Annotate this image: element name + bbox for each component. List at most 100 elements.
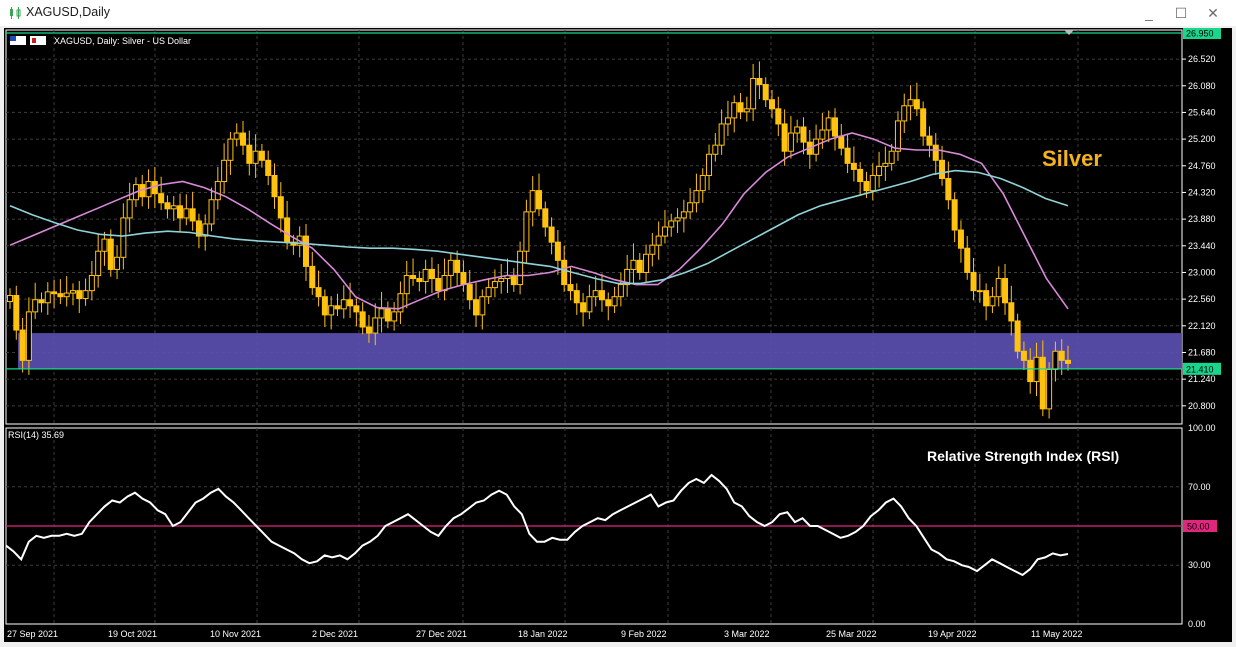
candle-body xyxy=(699,174,706,192)
candle-body xyxy=(107,238,114,270)
candle-body xyxy=(265,159,272,176)
maximize-button[interactable]: ☐ xyxy=(1166,2,1196,24)
candle-body xyxy=(485,287,492,298)
candle-body xyxy=(712,144,719,155)
candle-body xyxy=(693,190,700,204)
candle-body xyxy=(523,211,530,252)
candle-body xyxy=(214,181,221,201)
candle-body xyxy=(819,129,826,140)
candle-body xyxy=(920,108,927,137)
time-label: 25 Mar 2022 xyxy=(826,629,877,639)
candle-body xyxy=(951,199,958,231)
candle-body xyxy=(321,296,328,316)
candle-body xyxy=(95,250,102,276)
candle-body xyxy=(221,159,228,183)
candle-body xyxy=(674,217,681,222)
horizontal-lines: 26.950 21.410 xyxy=(6,28,1221,375)
candle-body xyxy=(781,123,788,152)
candle-body xyxy=(334,305,341,310)
minimize-button[interactable]: _ xyxy=(1134,2,1164,24)
candle-body xyxy=(787,132,794,152)
candle-body xyxy=(246,144,253,164)
candle-body xyxy=(1046,368,1053,410)
candle-body xyxy=(38,299,45,304)
candle-body xyxy=(680,211,687,219)
time-label: 10 Nov 2021 xyxy=(210,629,261,639)
candle-body xyxy=(164,202,171,210)
price-label: 24.320 xyxy=(1188,187,1216,197)
candle-body xyxy=(1020,350,1027,361)
candle-body xyxy=(208,199,215,225)
candle-body xyxy=(901,105,908,122)
candle-body xyxy=(69,290,76,294)
candle-body xyxy=(277,196,284,219)
candle-body xyxy=(340,299,347,310)
candle-body xyxy=(573,290,580,304)
candle-body xyxy=(7,294,13,303)
candle-body xyxy=(850,162,857,170)
rsi-scale-label: 70.00 xyxy=(1188,482,1211,492)
grid xyxy=(5,29,1183,625)
candle-body xyxy=(857,168,864,183)
candle-body xyxy=(328,305,335,316)
candle-body xyxy=(126,199,133,219)
candle-body xyxy=(649,244,656,255)
candle-body xyxy=(976,290,983,293)
candle-body xyxy=(907,99,914,107)
candle-body xyxy=(498,278,505,283)
flag-icon-2-mark xyxy=(32,38,36,43)
level-price-label: 26.950 xyxy=(1186,29,1214,39)
candle-body xyxy=(473,299,480,316)
candle-body xyxy=(529,190,536,213)
candle-body xyxy=(302,235,309,267)
chart-area[interactable]: 26.950 21.410 100.00 70.00 30.00 0.00 50.00 2… xyxy=(4,28,1232,642)
candle-body xyxy=(775,108,782,125)
price-label: 21.240 xyxy=(1188,374,1216,384)
candle-body xyxy=(365,326,372,334)
candlestick-chart-icon xyxy=(10,7,21,19)
candle-body xyxy=(183,208,190,219)
candle-body xyxy=(586,296,593,313)
candle-body xyxy=(957,229,964,249)
candle-body xyxy=(983,290,990,307)
rsi-scale-label: 30.00 xyxy=(1188,560,1211,570)
candle-body xyxy=(466,284,473,301)
candle-body xyxy=(1033,356,1040,383)
candle-body xyxy=(687,202,694,213)
moving-averages xyxy=(9,132,1069,310)
candle-body xyxy=(913,99,920,110)
candle-body xyxy=(655,235,662,246)
candle-body xyxy=(731,102,738,119)
rsi-label: RSI(14) 35.69 xyxy=(8,430,64,440)
candle-body xyxy=(309,265,316,289)
candle-body xyxy=(359,311,366,328)
level-price-label: 21.410 xyxy=(1186,364,1214,374)
candle-body xyxy=(876,165,883,176)
chart-svg[interactable]: 26.950 21.410 100.00 70.00 30.00 0.00 50.00 2… xyxy=(4,28,1232,642)
candle-body xyxy=(800,126,807,143)
candle-body xyxy=(964,247,971,273)
candle-body xyxy=(410,274,417,280)
candle-body xyxy=(428,268,435,280)
candle-body xyxy=(114,256,121,270)
candle-body xyxy=(1014,320,1021,352)
candle-body xyxy=(882,162,889,167)
candle-body xyxy=(743,108,750,113)
rsi-scale-label: 0.00 xyxy=(1188,619,1206,629)
title-bar[interactable]: XAGUSD,Daily _ ☐ ✕ xyxy=(0,0,1236,26)
chart-window: XAGUSD,Daily _ ☐ ✕ 26.950 21.410 100.00 70… xyxy=(0,0,1236,647)
candle-body xyxy=(422,268,429,283)
candle-body xyxy=(252,150,259,164)
candle-body xyxy=(762,84,769,101)
candle-body xyxy=(170,205,177,210)
candle-body xyxy=(372,317,379,334)
candle-body xyxy=(51,291,58,295)
candle-body xyxy=(44,291,51,304)
candle-body xyxy=(378,308,385,319)
close-button[interactable]: ✕ xyxy=(1198,2,1228,24)
candle-body xyxy=(416,278,423,283)
candle-body xyxy=(1058,350,1065,361)
candle-body xyxy=(233,132,240,140)
candle-body xyxy=(347,299,354,307)
candle-body xyxy=(724,117,731,125)
